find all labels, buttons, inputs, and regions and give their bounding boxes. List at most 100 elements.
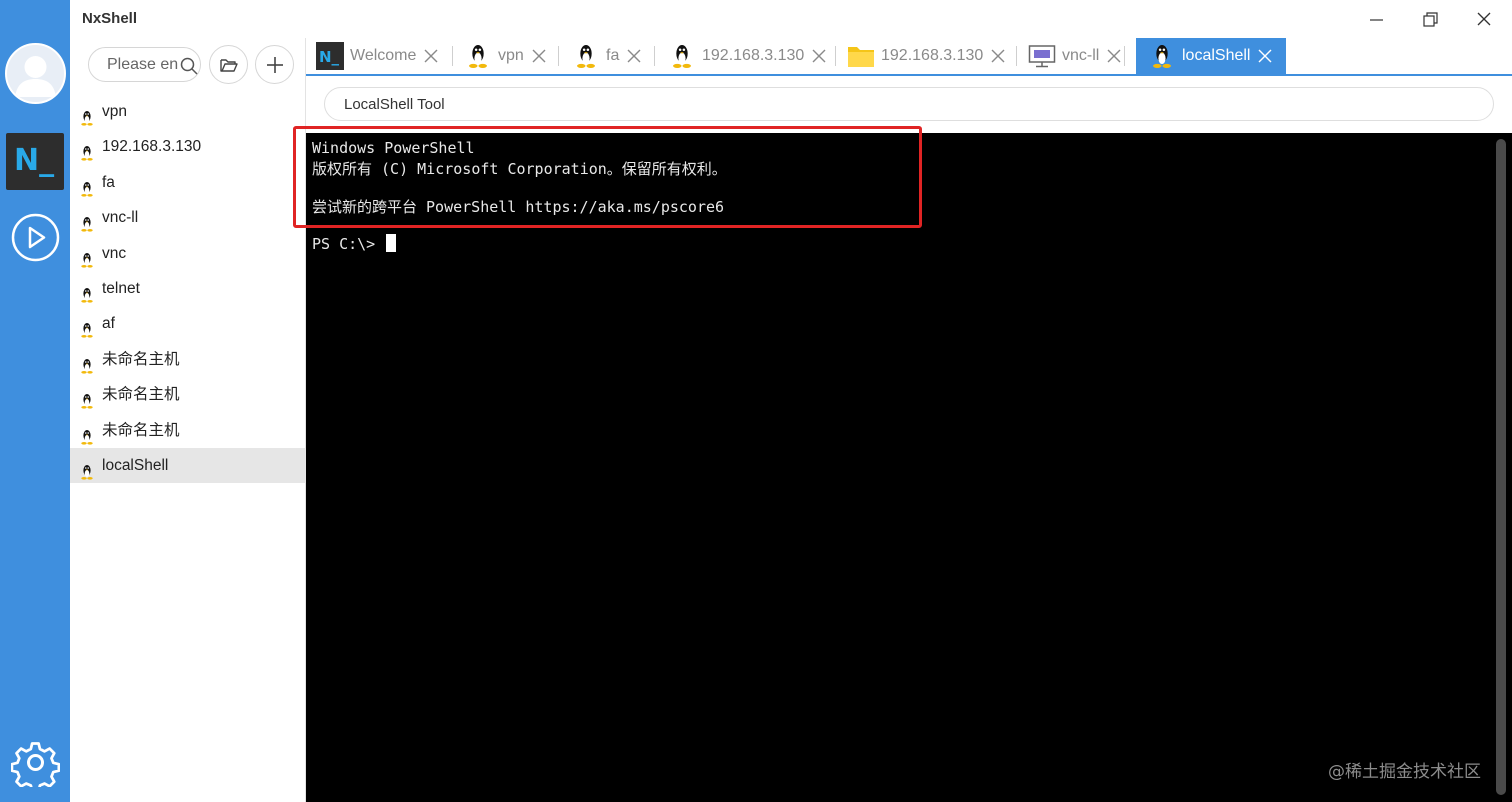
tab-separator [558,46,559,66]
tab-session[interactable]: 192.168.3.130 [847,38,1005,74]
host-list: vpn 192.168.3.130 fa vnc-ll vnc telnet af 未命名主机… [70,94,306,484]
close-icon[interactable] [1107,49,1121,63]
open-folder-button[interactable] [209,45,248,84]
search-placeholder: Please en [107,56,179,73]
rail-sessions-button[interactable]: N_ [6,133,64,190]
linux-penguin-icon [80,458,94,480]
sidebar: Please en vpn 192.168.3.130 fa vnc-ll vnc tel… [70,38,306,802]
close-icon[interactable] [627,49,641,63]
tab-session[interactable]: N_ Welcome [316,38,438,74]
linux-penguin-icon [80,316,94,338]
close-icon[interactable] [1258,49,1272,63]
linux-penguin-icon [80,387,94,409]
rail-settings-button[interactable] [10,738,61,793]
terminal[interactable]: Windows PowerShell 版权所有 (C) Microsoft Co… [306,133,1512,802]
host-list-item[interactable]: telnet [70,271,306,306]
terminal-prompt: PS C:\> [312,235,385,253]
minimize-icon [1370,19,1383,21]
linux-penguin-icon [464,42,492,70]
monitor-icon [1028,42,1056,70]
host-list-item[interactable]: fa [70,165,306,200]
tab-label: vnc-ll [1062,47,1100,64]
add-host-button[interactable] [255,45,294,84]
tab-label: Welcome [350,47,417,64]
host-label: vnc-ll [102,209,139,227]
host-label: telnet [102,279,140,297]
host-list-item[interactable]: 192.168.3.130 [70,129,306,164]
host-label: 192.168.3.130 [102,138,202,156]
user-icon [15,56,56,97]
host-list-item[interactable]: vnc [70,236,306,271]
folder-open-icon [220,59,238,72]
tab-active[interactable]: localShell [1136,38,1287,74]
linux-penguin-icon [572,42,600,70]
title-bar: NxShell [70,0,1512,38]
play-icon [11,213,60,262]
search-icon[interactable] [180,57,198,75]
terminal-scrollbar[interactable] [1496,139,1506,795]
minimize-button[interactable] [1353,4,1399,34]
host-label: localShell [102,456,169,474]
linux-penguin-icon [80,210,94,232]
linux-penguin-icon [80,246,94,268]
close-icon [1477,12,1491,26]
tab-separator [835,46,836,66]
tab-label: 192.168.3.130 [702,47,805,64]
svg-text:N_: N_ [319,48,340,66]
close-icon[interactable] [424,49,438,63]
tab-label: localShell [1182,47,1251,64]
linux-penguin-icon [80,139,94,161]
terminal-cursor [386,234,397,252]
linux-penguin-icon [668,42,696,70]
folder-icon [847,42,875,70]
tab-bar: N_ Welcome vpn fa 192.168.3.130 192.168.3.130… [306,38,1512,76]
search-input[interactable]: Please en [88,47,201,82]
app-title: NxShell [82,10,138,27]
host-list-item[interactable]: vpn [70,94,306,129]
linux-penguin-icon [80,104,94,126]
tab-session[interactable]: fa [572,38,641,74]
host-label: 未命名主机 [102,386,180,404]
rail-play-button[interactable] [11,213,60,262]
host-list-item[interactable]: 未命名主机 [70,413,306,448]
close-icon[interactable] [532,49,546,63]
nxshell-logo-icon: N_ [316,42,344,70]
left-rail: N_ [0,0,70,802]
host-label: fa [102,173,115,191]
restore-icon [1423,12,1438,27]
host-list-item[interactable]: localShell [70,447,306,484]
toolbar-label: LocalShell Tool [344,96,445,113]
host-label: vpn [102,103,127,120]
host-list-item[interactable]: af [70,306,306,341]
gear-icon [10,742,61,793]
host-label: vnc [102,244,127,262]
host-list-item[interactable]: vnc-ll [70,200,306,235]
tab-session[interactable]: vnc-ll [1028,38,1121,74]
host-list-item[interactable]: 未命名主机 [70,377,306,412]
localshell-tool-bar[interactable]: LocalShell Tool [324,87,1494,121]
tab-label: vpn [498,47,524,64]
plus-icon [267,57,283,73]
restore-button[interactable] [1407,4,1453,34]
close-icon[interactable] [812,49,826,63]
nxshell-logo-icon: N_ [14,143,55,178]
tab-separator [452,46,453,66]
host-label: 未命名主机 [102,350,180,368]
tab-session[interactable]: vpn [464,38,546,74]
tab-separator [654,46,655,66]
host-list-item[interactable]: 未命名主机 [70,342,306,377]
tab-label: fa [606,47,620,64]
terminal-prompt-line: PS C:\> [312,234,397,253]
tab-separator [1124,46,1125,66]
close-icon[interactable] [991,49,1005,63]
tab-separator [1016,46,1017,66]
linux-penguin-icon [80,175,94,197]
avatar[interactable] [5,43,66,104]
linux-penguin-icon [1148,42,1176,70]
watermark: @稀土掘金技术社区 [1328,762,1481,782]
linux-penguin-icon [80,352,94,374]
close-window-button[interactable] [1461,4,1507,34]
tab-session[interactable]: 192.168.3.130 [668,38,826,74]
tab-label: 192.168.3.130 [881,47,984,64]
host-label: 未命名主机 [102,421,180,439]
